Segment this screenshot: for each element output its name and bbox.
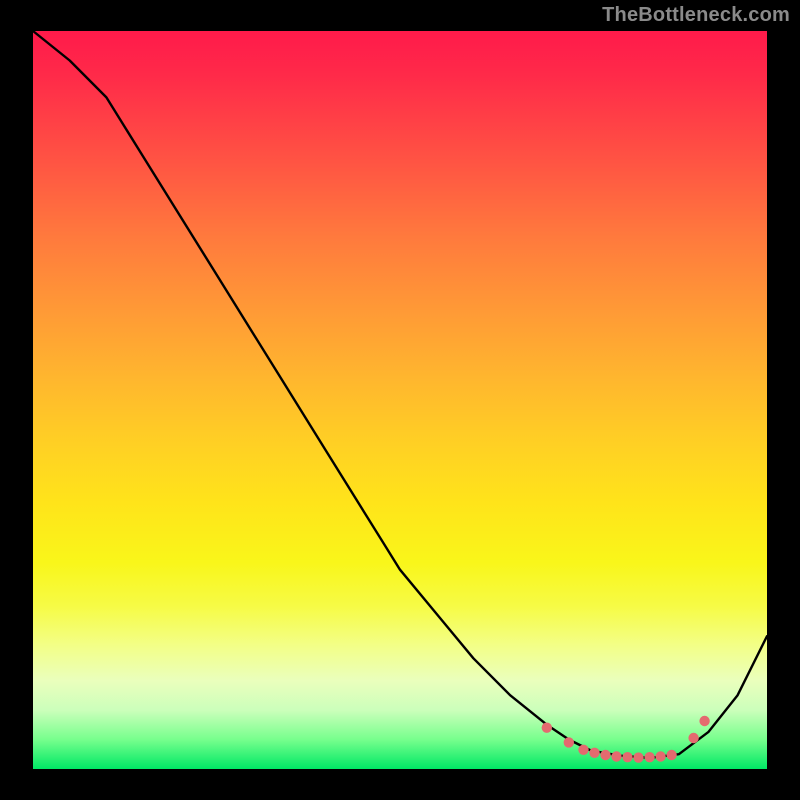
marker-dot [542, 723, 552, 733]
marker-dot [644, 752, 654, 762]
marker-dot [589, 748, 599, 758]
attribution-text: TheBottleneck.com [602, 4, 790, 27]
marker-dot [578, 745, 588, 755]
marker-dot [666, 750, 676, 760]
marker-group [542, 716, 710, 763]
curve-path [33, 31, 767, 758]
marker-dot [611, 751, 621, 761]
chart-root: TheBottleneck.com [0, 0, 800, 800]
marker-dot [633, 752, 643, 762]
marker-dot [564, 737, 574, 747]
marker-dot [600, 750, 610, 760]
chart-svg [33, 31, 767, 769]
marker-dot [622, 752, 632, 762]
marker-dot [655, 751, 665, 761]
marker-dot [688, 733, 698, 743]
marker-dot [699, 716, 709, 726]
